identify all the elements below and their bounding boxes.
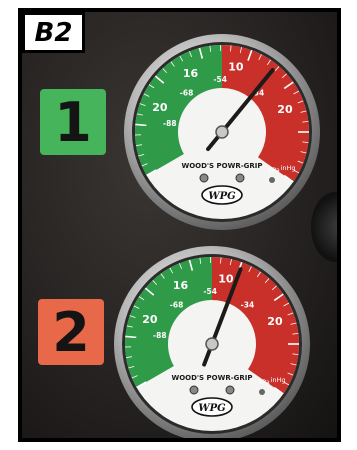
outer-scale-label: 16 [183,67,199,80]
outer-scale-label: 20 [142,313,158,326]
inner-scale-label: -68 [170,301,184,310]
wpg-logo: WPG [191,397,233,417]
dial-screw [235,173,245,183]
dial-screw [199,173,209,183]
gauge-1-number-badge: 1 [40,89,106,155]
photo-frame: B2 1 2 20 16 10 20 -68 -54 -34 -88 kPa inHg WOOD'S… [18,8,341,442]
wpg-logo: WPG [201,185,243,205]
unit-label-inhg: inHg [281,164,296,172]
svg-text:WPG: WPG [198,403,226,414]
brand-text: WOOD'S POWR-GRIP [171,374,252,382]
figure-tag: B2 [22,12,85,53]
brand-text: WOOD'S POWR-GRIP [181,162,262,170]
vacuum-gauge-2: 20 16 10 20 -68 -54 -34 -88 kPa inHg WOOD'S POWR-G… [114,246,310,438]
outer-scale-label: 20 [152,101,168,114]
outer-scale-label: 20 [277,103,293,116]
needle-hub [215,125,229,139]
needle-hub [205,337,219,351]
inner-scale-label: -88 [163,119,177,128]
outer-scale-label: 16 [173,279,189,292]
vacuum-gauge-1: 2016 1020-68-54-34-88kPa inHgWOOD'S POWR-G… [124,34,320,230]
unit-label-kpa: kPa [258,378,269,386]
outer-scale-label: 20 [267,315,283,328]
stop-pin [269,177,275,183]
inner-scale-label: -88 [153,331,167,340]
dial-screw [189,385,199,395]
unit-label-inhg: inHg [271,376,286,384]
inner-scale-label: -54 [213,75,227,84]
outer-scale-label: 10 [228,60,244,73]
inner-scale-label: -54 [203,287,217,296]
svg-text:WPG: WPG [208,191,236,202]
inner-scale-label: -34 [241,301,255,310]
dial-screw [225,385,235,395]
unit-label-kpa: kPa [268,166,279,174]
inner-scale-label: -68 [180,89,194,98]
stop-pin [259,389,265,395]
outer-scale-label: 10 [218,272,234,285]
gauge-2-number-badge: 2 [38,299,104,365]
equipment-panel: B2 1 2 20 16 10 20 -68 -54 -34 -88 kPa inHg WOOD'S… [22,12,337,438]
